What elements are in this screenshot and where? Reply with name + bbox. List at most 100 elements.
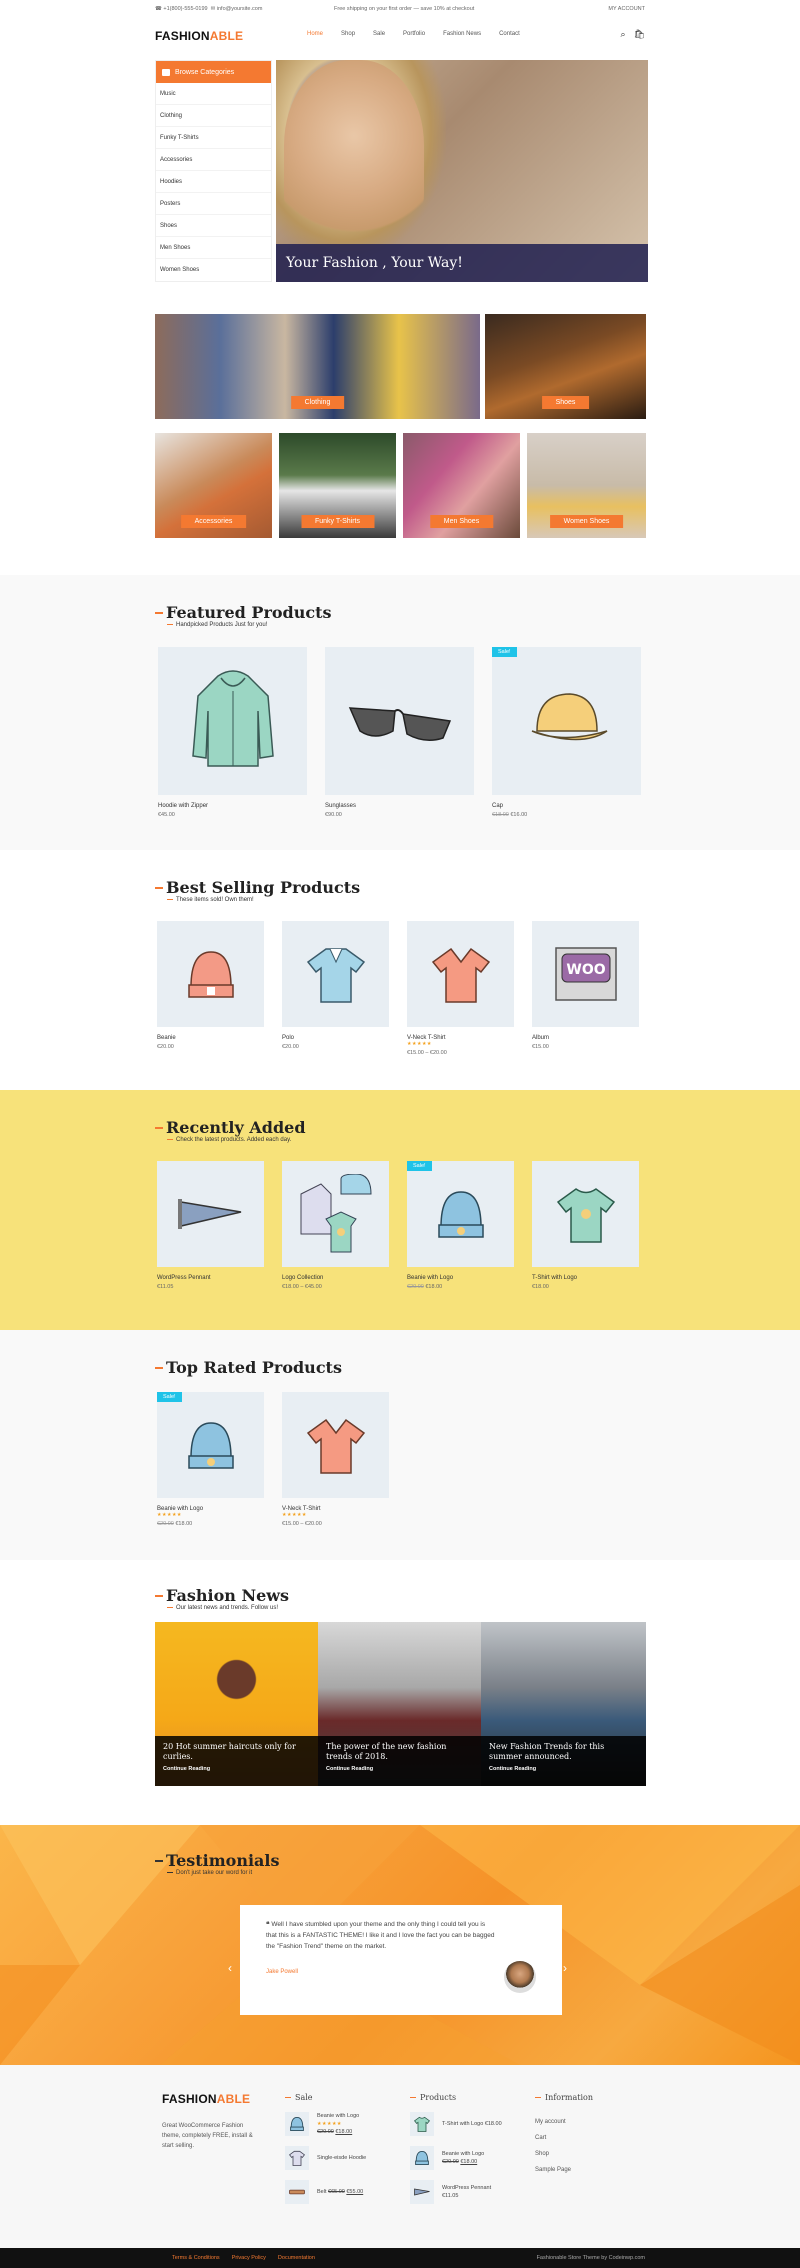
product-price: €20.00 [157, 1044, 174, 1050]
product-image[interactable]: Sale! [407, 1161, 514, 1267]
product-image[interactable] [158, 647, 307, 795]
site-logo[interactable]: FASHIONABLE [155, 29, 243, 43]
product-image[interactable] [282, 1392, 389, 1498]
product-image[interactable] [282, 921, 389, 1027]
footer-product[interactable]: WordPress Pennant €11.05 [410, 2180, 520, 2204]
product-card[interactable]: Sale! Beanie with Logo ★★★★★ €20.00 €18.… [157, 1392, 264, 1527]
product-image[interactable]: Sale! [492, 647, 641, 795]
footer-product[interactable]: Beanie with Logo €20.00 €18.00 [410, 2146, 520, 2170]
nav-fashion-news[interactable]: Fashion News [443, 31, 481, 37]
footer-link-cart[interactable]: Cart [535, 2130, 645, 2146]
footer-product[interactable]: Belt €65.00 €55.00 [285, 2180, 395, 2204]
tile-clothing-label[interactable]: Clothing [290, 396, 345, 409]
tile-clothing[interactable]: Clothing [155, 314, 480, 419]
footer-link-my-account[interactable]: My account [535, 2114, 645, 2130]
product-image[interactable]: WOO [532, 921, 639, 1027]
nav-shop[interactable]: Shop [341, 31, 355, 37]
product-card[interactable]: Sale! Beanie with Logo €20.00 €18.00 [407, 1161, 514, 1290]
category-hoodies[interactable]: Hoodies [156, 171, 271, 193]
tile-accessories-label[interactable]: Accessories [180, 515, 247, 528]
footer-product[interactable]: T-Shirt with Logo €18.00 [410, 2112, 520, 2136]
product-image[interactable] [157, 921, 264, 1027]
terms-link[interactable]: Terms & Conditions [172, 2255, 220, 2261]
product-name[interactable]: Beanie with Logo [407, 1275, 514, 1281]
footer-sale-column: Sale Beanie with Logo ★★★★★ €20.00 €18.00 … [285, 2093, 395, 2204]
category-clothing[interactable]: Clothing [156, 105, 271, 127]
chevron-right-icon[interactable]: › [563, 1961, 567, 1975]
footer-product[interactable]: Beanie with Logo ★★★★★ €20.00 €18.00 [285, 2112, 395, 2136]
tile-men-label[interactable]: Men Shoes [429, 515, 494, 528]
continue-reading-link[interactable]: Continue Reading [489, 1766, 638, 1772]
news-card[interactable]: New Fashion Trends for this summer annou… [481, 1622, 646, 1786]
product-card[interactable]: Sale! Cap €18.00 €16.00 [492, 647, 641, 818]
product-name[interactable]: Cap [492, 803, 641, 809]
news-title-link[interactable]: 20 Hot summer haircuts only for curlies. [163, 1742, 310, 1762]
product-card[interactable]: Sunglasses €90.00 [325, 647, 474, 818]
tile-shoes[interactable]: Shoes [485, 314, 646, 419]
best-subtitle: These items sold! Own them! [167, 897, 254, 903]
cart-icon[interactable]: 🛍 [634, 29, 645, 40]
product-name[interactable]: Album [532, 1035, 639, 1041]
product-card[interactable]: Hoodie with Zipper €45.00 [158, 647, 307, 818]
nav-home[interactable]: Home [307, 31, 323, 37]
tile-women-label[interactable]: Women Shoes [549, 515, 624, 528]
polo-icon [306, 948, 365, 1003]
my-account-link[interactable]: MY ACCOUNT [608, 6, 645, 12]
continue-reading-link[interactable]: Continue Reading [163, 1766, 310, 1772]
hero-banner[interactable]: Your Fashion , Your Way! [276, 60, 648, 282]
product-image[interactable] [407, 921, 514, 1027]
category-accessories[interactable]: Accessories [156, 149, 271, 171]
product-card[interactable]: V-Neck T-Shirt ★★★★★ €15.00 – €20.00 [282, 1392, 389, 1527]
news-card[interactable]: 20 Hot summer haircuts only for curlies.… [155, 1622, 318, 1786]
product-card[interactable]: WOO Album €15.00 [532, 921, 639, 1050]
footer-link-sample-page[interactable]: Sample Page [535, 2162, 645, 2178]
browse-categories-header[interactable]: Browse Categories [156, 61, 271, 83]
product-name[interactable]: Beanie [157, 1035, 264, 1041]
news-title-link[interactable]: The power of the new fashion trends of 2… [326, 1742, 473, 1762]
footer-link-shop[interactable]: Shop [535, 2146, 645, 2162]
product-name[interactable]: Polo [282, 1035, 389, 1041]
tile-men-shoes[interactable]: Men Shoes [403, 433, 520, 538]
email-link[interactable]: info@yoursite.com [217, 6, 263, 12]
product-image[interactable] [532, 1161, 639, 1267]
news-title-link[interactable]: New Fashion Trends for this summer annou… [489, 1742, 638, 1762]
privacy-link[interactable]: Privacy Policy [232, 2255, 266, 2261]
product-name[interactable]: T-Shirt with Logo [532, 1275, 639, 1281]
product-card[interactable]: T-Shirt with Logo €18.00 [532, 1161, 639, 1290]
product-card[interactable]: Beanie €20.00 [157, 921, 264, 1050]
category-funky-tshirts[interactable]: Funky T-Shirts [156, 127, 271, 149]
news-card[interactable]: The power of the new fashion trends of 2… [318, 1622, 481, 1786]
product-card[interactable]: WordPress Pennant €11.05 [157, 1161, 264, 1290]
search-icon[interactable]: ⌕ [621, 29, 626, 40]
tile-shoes-label[interactable]: Shoes [541, 396, 590, 409]
tile-funky-tshirts[interactable]: Funky T-Shirts [279, 433, 396, 538]
product-card[interactable]: Polo €20.00 [282, 921, 389, 1050]
continue-reading-link[interactable]: Continue Reading [326, 1766, 473, 1772]
product-card[interactable]: V-Neck T-Shirt ★★★★★ €15.00 – €20.00 [407, 921, 514, 1056]
product-name[interactable]: WordPress Pennant [157, 1275, 264, 1281]
documentation-link[interactable]: Documentation [278, 2255, 315, 2261]
tile-women-shoes[interactable]: Women Shoes [527, 433, 646, 538]
category-posters[interactable]: Posters [156, 193, 271, 215]
footer-logo[interactable]: FASHIONABLE [162, 2092, 250, 2106]
category-music[interactable]: Music [156, 83, 271, 105]
category-shoes[interactable]: Shoes [156, 215, 271, 237]
product-image[interactable] [157, 1161, 264, 1267]
nav-portfolio[interactable]: Portfolio [403, 31, 425, 37]
nav-contact[interactable]: Contact [499, 31, 520, 37]
product-name[interactable]: Logo Collection [282, 1275, 389, 1281]
category-women-shoes[interactable]: Women Shoes [156, 259, 271, 281]
product-image[interactable] [282, 1161, 389, 1267]
vneck-tshirt-icon [306, 1418, 365, 1474]
category-men-shoes[interactable]: Men Shoes [156, 237, 271, 259]
footer-product[interactable]: Single-eisde Hoodie [285, 2146, 395, 2170]
nav-sale[interactable]: Sale [373, 31, 385, 37]
product-image[interactable] [325, 647, 474, 795]
product-image[interactable]: Sale! [157, 1392, 264, 1498]
product-name[interactable]: Sunglasses [325, 803, 474, 809]
product-name[interactable]: Hoodie with Zipper [158, 803, 307, 809]
tile-tshirts-label[interactable]: Funky T-Shirts [301, 515, 374, 528]
tile-accessories[interactable]: Accessories [155, 433, 272, 538]
product-card[interactable]: Logo Collection €18.00 – €45.00 [282, 1161, 389, 1290]
chevron-left-icon[interactable]: ‹ [228, 1961, 232, 1975]
